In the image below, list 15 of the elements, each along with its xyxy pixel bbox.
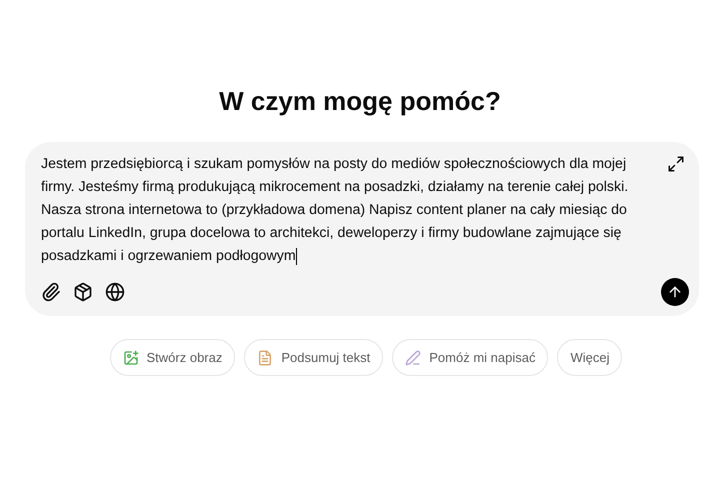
- prompt-field[interactable]: Jestem przedsiębiorcą i szukam pomysłów na posty do mediów społecznościowych dla mojej firmy. Jesteśmy firmą produkującą mikrocement na posadzki, działamy na terenie całej polski. Nasza strona internetowa to (przykładowa domena) Napisz content planer na cały miesiąc do portalu LinkedIn, grupa docelowa to architekci, deweloperzy i firmy budowlane zajmujące się posadzkami i ogrzewaniem podłogowym: [41, 152, 651, 268]
- arrow-up-icon: [667, 284, 683, 300]
- suggestion-button[interactable]: Podsumuj tekst: [244, 339, 384, 376]
- send-button[interactable]: [661, 278, 689, 306]
- expand-icon[interactable]: [667, 155, 685, 173]
- pen-icon: [405, 350, 422, 366]
- attach-icon[interactable]: [41, 282, 61, 302]
- suggestion-button[interactable]: Więcej: [557, 339, 622, 376]
- box-icon[interactable]: [73, 282, 93, 302]
- image-icon: [122, 350, 138, 366]
- suggestion-button[interactable]: Pomóż mi napisać: [392, 339, 548, 376]
- document-icon: [257, 350, 274, 366]
- suggestion-button[interactable]: Stwórz obraz: [110, 339, 236, 376]
- page-heading: W czym mogę pomóc?: [219, 85, 501, 118]
- globe-icon[interactable]: [105, 282, 125, 302]
